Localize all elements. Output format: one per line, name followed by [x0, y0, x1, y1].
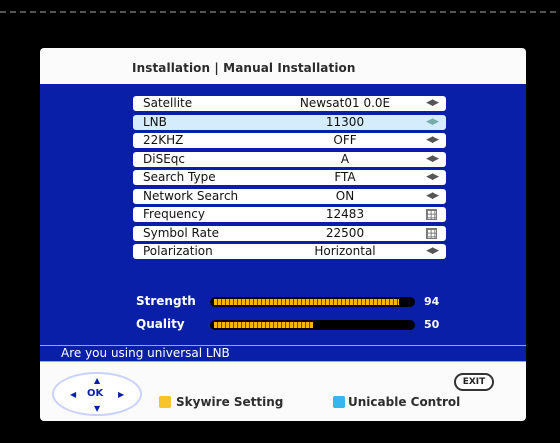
- menu-row-value: 11300: [325, 115, 365, 129]
- strength-value: 94: [424, 295, 440, 308]
- skywire-setting-label[interactable]: Skywire Setting: [176, 395, 283, 409]
- menu-row-label: Satellite: [143, 96, 193, 110]
- menu-row-network-search[interactable]: Network Search ON ◀▶: [133, 189, 446, 204]
- menu-row-satellite[interactable]: Satellite Newsat01 0.0E ◀▶: [133, 96, 446, 111]
- left-right-arrows-icon[interactable]: ◀▶: [426, 191, 439, 202]
- navigation-pad-icon: ▲ ▼ ◀ ▶ OK: [52, 372, 142, 416]
- menu-row-value: A: [340, 152, 350, 166]
- strength-label: Strength: [136, 294, 196, 308]
- blue-key-icon: [333, 396, 345, 408]
- menu-row-label: 22KHZ: [143, 133, 184, 147]
- menu-row-22khz[interactable]: 22KHZ OFF ◀▶: [133, 133, 446, 148]
- quality-label: Quality: [136, 317, 185, 331]
- menu-row-value: 22500: [325, 226, 365, 240]
- keypad-icon[interactable]: [426, 228, 437, 239]
- down-arrow-icon: ▼: [94, 404, 101, 413]
- page-title: Installation | Manual Installation: [132, 61, 356, 75]
- menu-row-value: 12483: [325, 207, 365, 221]
- message-text: Are you using universal LNB: [61, 346, 230, 360]
- yellow-key-icon: [159, 396, 171, 408]
- menu-row-symbol-rate[interactable]: Symbol Rate 22500: [133, 226, 446, 241]
- menu-row-value: OFF: [333, 133, 357, 147]
- strength-bar: [210, 297, 415, 307]
- left-right-arrows-icon[interactable]: ◀▶: [426, 135, 439, 146]
- menu-row-value: ON: [335, 189, 355, 203]
- left-right-arrows-icon[interactable]: ◀▶: [426, 98, 439, 109]
- left-right-arrows-icon[interactable]: ◀▶: [426, 246, 439, 257]
- menu-row-label: Search Type: [143, 170, 216, 184]
- menu-row-label: DiSEqc: [143, 152, 185, 166]
- exit-button[interactable]: EXIT: [454, 373, 494, 391]
- menu-row-diseqc[interactable]: DiSEqc A ◀▶: [133, 152, 446, 167]
- menu-row-value: FTA: [334, 170, 356, 184]
- right-arrow-icon: ▶: [118, 390, 125, 399]
- quality-value: 50: [424, 318, 440, 331]
- menu-row-value: Horizontal: [314, 244, 376, 258]
- menu-row-search-type[interactable]: Search Type FTA ◀▶: [133, 170, 446, 185]
- up-arrow-icon: ▲: [94, 376, 101, 385]
- menu-row-label: LNB: [143, 115, 167, 129]
- quality-bar: [210, 320, 415, 330]
- keypad-icon[interactable]: [426, 209, 437, 220]
- quality-bar-fill: [214, 322, 313, 328]
- menu-row-label: Polarization: [143, 244, 213, 258]
- menu-row-polarization[interactable]: Polarization Horizontal ◀▶: [133, 244, 446, 259]
- menu-row-label: Frequency: [143, 207, 205, 221]
- left-right-arrows-icon[interactable]: ◀▶: [426, 117, 439, 128]
- menu-row-frequency[interactable]: Frequency 12483: [133, 207, 446, 222]
- top-dashed-border: [0, 0, 560, 13]
- ok-label: OK: [87, 388, 104, 399]
- menu-row-value: Newsat01 0.0E: [299, 96, 391, 110]
- unicable-control-label[interactable]: Unicable Control: [348, 395, 460, 409]
- menu-row-lnb[interactable]: LNB 11300 ◀▶: [133, 115, 446, 130]
- strength-bar-fill: [214, 299, 399, 305]
- message-bar: Are you using universal LNB: [40, 345, 526, 362]
- left-right-arrows-icon[interactable]: ◀▶: [426, 172, 439, 183]
- menu-row-label: Network Search: [143, 189, 239, 203]
- left-arrow-icon: ◀: [70, 390, 77, 399]
- menu-row-label: Symbol Rate: [143, 226, 220, 240]
- left-right-arrows-icon[interactable]: ◀▶: [426, 154, 439, 165]
